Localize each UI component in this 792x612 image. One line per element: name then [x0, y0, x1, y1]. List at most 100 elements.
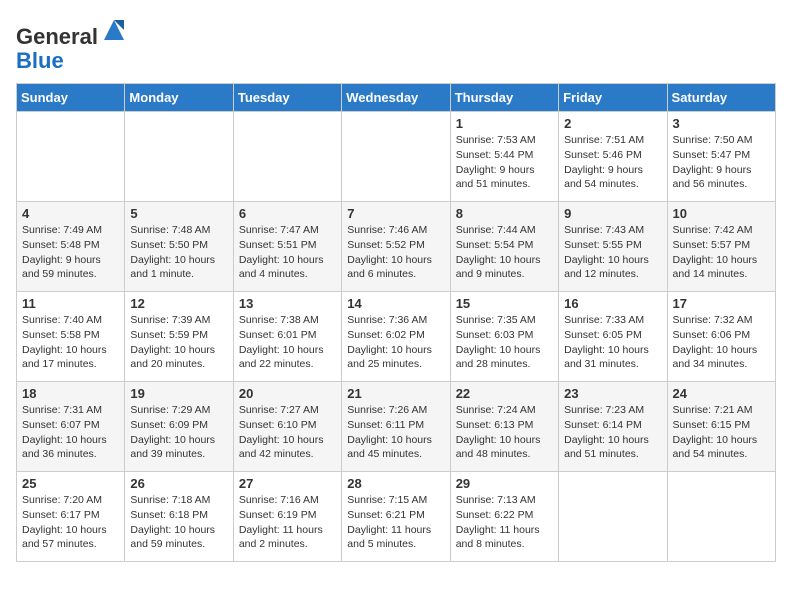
- day-info: Sunrise: 7:18 AM Sunset: 6:18 PM Dayligh…: [130, 493, 227, 552]
- day-cell: 5 Sunrise: 7:48 AM Sunset: 5:50 PM Daylig…: [125, 202, 233, 292]
- day-number: 7: [347, 206, 444, 221]
- day-cell: 19 Sunrise: 7:29 AM Sunset: 6:09 PM Dayli…: [125, 382, 233, 472]
- day-cell: 12 Sunrise: 7:39 AM Sunset: 5:59 PM Dayli…: [125, 292, 233, 382]
- day-cell: 1Sunrise: 7:53 AM Sunset: 5:44 PM Daylig…: [450, 112, 558, 202]
- day-info: Sunrise: 7:31 AM Sunset: 6:07 PM Dayligh…: [22, 403, 119, 462]
- day-info: Sunrise: 7:32 AM Sunset: 6:06 PM Dayligh…: [673, 313, 770, 372]
- day-cell: 25 Sunrise: 7:20 AM Sunset: 6:17 PM Dayli…: [17, 472, 125, 562]
- day-info: Sunrise: 7:44 AM Sunset: 5:54 PM Dayligh…: [456, 223, 553, 282]
- day-cell: 20 Sunrise: 7:27 AM Sunset: 6:10 PM Dayli…: [233, 382, 341, 472]
- day-info: Sunrise: 7:33 AM Sunset: 6:05 PM Dayligh…: [564, 313, 661, 372]
- day-cell: [559, 472, 667, 562]
- day-info: Sunrise: 7:21 AM Sunset: 6:15 PM Dayligh…: [673, 403, 770, 462]
- day-number: 13: [239, 296, 336, 311]
- day-info: Sunrise: 7:23 AM Sunset: 6:14 PM Dayligh…: [564, 403, 661, 462]
- day-info: Sunrise: 7:53 AM Sunset: 5:44 PM Dayligh…: [456, 133, 553, 192]
- day-cell: 4 Sunrise: 7:49 AM Sunset: 5:48 PM Daylig…: [17, 202, 125, 292]
- day-info: Sunrise: 7:24 AM Sunset: 6:13 PM Dayligh…: [456, 403, 553, 462]
- day-cell: 18 Sunrise: 7:31 AM Sunset: 6:07 PM Dayli…: [17, 382, 125, 472]
- day-cell: 2 Sunrise: 7:51 AM Sunset: 5:46 PM Daylig…: [559, 112, 667, 202]
- day-number: 15: [456, 296, 553, 311]
- day-number: 9: [564, 206, 661, 221]
- day-info: Sunrise: 7:13 AM Sunset: 6:22 PM Dayligh…: [456, 493, 553, 552]
- logo-blue: Blue: [16, 48, 64, 73]
- day-info: Sunrise: 7:20 AM Sunset: 6:17 PM Dayligh…: [22, 493, 119, 552]
- day-cell: 27 Sunrise: 7:16 AM Sunset: 6:19 PM Dayli…: [233, 472, 341, 562]
- week-row-1: 1Sunrise: 7:53 AM Sunset: 5:44 PM Daylig…: [17, 112, 776, 202]
- col-friday: Friday: [559, 84, 667, 112]
- day-number: 4: [22, 206, 119, 221]
- day-number: 19: [130, 386, 227, 401]
- day-number: 17: [673, 296, 770, 311]
- day-cell: 15 Sunrise: 7:35 AM Sunset: 6:03 PM Dayli…: [450, 292, 558, 382]
- day-info: Sunrise: 7:36 AM Sunset: 6:02 PM Dayligh…: [347, 313, 444, 372]
- day-info: Sunrise: 7:50 AM Sunset: 5:47 PM Dayligh…: [673, 133, 770, 192]
- day-number: 23: [564, 386, 661, 401]
- col-tuesday: Tuesday: [233, 84, 341, 112]
- day-cell: 3Sunrise: 7:50 AM Sunset: 5:47 PM Daylig…: [667, 112, 775, 202]
- header-row: Sunday Monday Tuesday Wednesday Thursday…: [17, 84, 776, 112]
- day-cell: 10Sunrise: 7:42 AM Sunset: 5:57 PM Dayli…: [667, 202, 775, 292]
- col-saturday: Saturday: [667, 84, 775, 112]
- day-info: Sunrise: 7:42 AM Sunset: 5:57 PM Dayligh…: [673, 223, 770, 282]
- day-number: 28: [347, 476, 444, 491]
- day-cell: [342, 112, 450, 202]
- logo-icon: [100, 16, 128, 44]
- day-cell: 24 Sunrise: 7:21 AM Sunset: 6:15 PM Dayli…: [667, 382, 775, 472]
- day-cell: 16 Sunrise: 7:33 AM Sunset: 6:05 PM Dayli…: [559, 292, 667, 382]
- calendar-table: Sunday Monday Tuesday Wednesday Thursday…: [16, 83, 776, 562]
- logo-text: General: [16, 16, 128, 49]
- day-info: Sunrise: 7:51 AM Sunset: 5:46 PM Dayligh…: [564, 133, 661, 192]
- day-info: Sunrise: 7:43 AM Sunset: 5:55 PM Dayligh…: [564, 223, 661, 282]
- day-number: 21: [347, 386, 444, 401]
- day-number: 2: [564, 116, 661, 131]
- day-cell: 8 Sunrise: 7:44 AM Sunset: 5:54 PM Daylig…: [450, 202, 558, 292]
- day-number: 27: [239, 476, 336, 491]
- day-info: Sunrise: 7:27 AM Sunset: 6:10 PM Dayligh…: [239, 403, 336, 462]
- week-row-2: 4 Sunrise: 7:49 AM Sunset: 5:48 PM Daylig…: [17, 202, 776, 292]
- week-row-3: 11Sunrise: 7:40 AM Sunset: 5:58 PM Dayli…: [17, 292, 776, 382]
- day-info: Sunrise: 7:48 AM Sunset: 5:50 PM Dayligh…: [130, 223, 227, 282]
- day-cell: 14 Sunrise: 7:36 AM Sunset: 6:02 PM Dayli…: [342, 292, 450, 382]
- day-info: Sunrise: 7:16 AM Sunset: 6:19 PM Dayligh…: [239, 493, 336, 552]
- day-info: Sunrise: 7:39 AM Sunset: 5:59 PM Dayligh…: [130, 313, 227, 372]
- day-cell: [17, 112, 125, 202]
- day-number: 14: [347, 296, 444, 311]
- day-number: 26: [130, 476, 227, 491]
- day-cell: 9 Sunrise: 7:43 AM Sunset: 5:55 PM Daylig…: [559, 202, 667, 292]
- calendar-body: 1Sunrise: 7:53 AM Sunset: 5:44 PM Daylig…: [17, 112, 776, 562]
- logo: General Blue: [16, 16, 128, 73]
- day-cell: [233, 112, 341, 202]
- day-number: 24: [673, 386, 770, 401]
- day-number: 25: [22, 476, 119, 491]
- col-sunday: Sunday: [17, 84, 125, 112]
- day-info: Sunrise: 7:29 AM Sunset: 6:09 PM Dayligh…: [130, 403, 227, 462]
- day-number: 6: [239, 206, 336, 221]
- day-number: 16: [564, 296, 661, 311]
- day-number: 18: [22, 386, 119, 401]
- day-info: Sunrise: 7:49 AM Sunset: 5:48 PM Dayligh…: [22, 223, 119, 282]
- col-monday: Monday: [125, 84, 233, 112]
- day-number: 5: [130, 206, 227, 221]
- day-cell: 28Sunrise: 7:15 AM Sunset: 6:21 PM Dayli…: [342, 472, 450, 562]
- logo-blue-text: Blue: [16, 49, 128, 73]
- col-wednesday: Wednesday: [342, 84, 450, 112]
- day-cell: 21Sunrise: 7:26 AM Sunset: 6:11 PM Dayli…: [342, 382, 450, 472]
- day-cell: 7Sunrise: 7:46 AM Sunset: 5:52 PM Daylig…: [342, 202, 450, 292]
- day-info: Sunrise: 7:38 AM Sunset: 6:01 PM Dayligh…: [239, 313, 336, 372]
- day-info: Sunrise: 7:40 AM Sunset: 5:58 PM Dayligh…: [22, 313, 119, 372]
- week-row-5: 25 Sunrise: 7:20 AM Sunset: 6:17 PM Dayli…: [17, 472, 776, 562]
- page-header: General Blue: [16, 16, 776, 73]
- col-thursday: Thursday: [450, 84, 558, 112]
- day-cell: 26 Sunrise: 7:18 AM Sunset: 6:18 PM Dayli…: [125, 472, 233, 562]
- day-number: 8: [456, 206, 553, 221]
- day-number: 20: [239, 386, 336, 401]
- day-number: 22: [456, 386, 553, 401]
- day-cell: 11Sunrise: 7:40 AM Sunset: 5:58 PM Dayli…: [17, 292, 125, 382]
- day-cell: 6Sunrise: 7:47 AM Sunset: 5:51 PM Daylig…: [233, 202, 341, 292]
- day-info: Sunrise: 7:35 AM Sunset: 6:03 PM Dayligh…: [456, 313, 553, 372]
- day-cell: 17 Sunrise: 7:32 AM Sunset: 6:06 PM Dayli…: [667, 292, 775, 382]
- day-cell: 22 Sunrise: 7:24 AM Sunset: 6:13 PM Dayli…: [450, 382, 558, 472]
- week-row-4: 18 Sunrise: 7:31 AM Sunset: 6:07 PM Dayli…: [17, 382, 776, 472]
- day-number: 12: [130, 296, 227, 311]
